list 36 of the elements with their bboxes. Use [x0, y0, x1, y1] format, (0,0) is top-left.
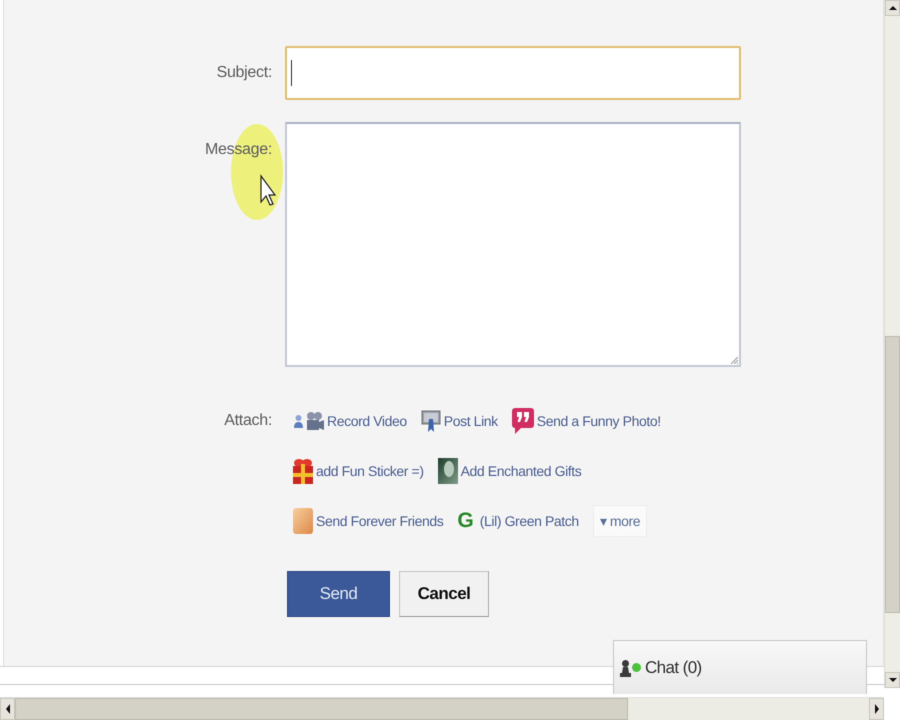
attach-link[interactable]: add Fun Sticker =): [293, 458, 424, 484]
scroll-left-button[interactable]: [0, 698, 15, 720]
ribbon-board-icon: [420, 410, 441, 432]
chat-bar[interactable]: Chat (0): [613, 640, 867, 694]
message-field[interactable]: [285, 122, 741, 367]
photo-thumbnail-icon: [438, 458, 458, 484]
attach-link[interactable]: Send Forever Friends: [293, 508, 444, 534]
send-button[interactable]: Send: [287, 571, 390, 617]
gift-icon: [293, 458, 313, 484]
cancel-button[interactable]: Cancel: [399, 571, 489, 617]
up-triangle-icon: [888, 6, 896, 10]
scroll-thumb[interactable]: [15, 698, 628, 720]
resize-grip-icon: [731, 357, 738, 364]
more-button[interactable]: ▾ more: [592, 505, 648, 537]
scroll-right-button[interactable]: [869, 698, 884, 720]
scroll-thumb[interactable]: [885, 336, 900, 613]
person-icon: [620, 658, 631, 676]
attach-label: Attach:: [224, 411, 272, 431]
attach-link[interactable]: Post Link: [420, 410, 498, 432]
left-triangle-icon: [6, 704, 10, 714]
photo-thumbnail-icon: [293, 508, 313, 534]
subject-field[interactable]: [285, 46, 741, 100]
film-camera-icon: [306, 411, 324, 431]
subject-label: Subject:: [216, 63, 272, 83]
scroll-down-button[interactable]: [885, 672, 900, 688]
tiny-person-icon: [293, 414, 304, 428]
attach-link[interactable]: G (Lil) Green Patch: [457, 510, 579, 532]
scroll-up-button[interactable]: [885, 0, 900, 16]
right-triangle-icon: [874, 704, 878, 714]
attach-link[interactable]: Add Enchanted Gifts: [438, 458, 582, 484]
attach-link[interactable]: Send a Funny Photo!: [512, 408, 661, 434]
letter-icon: G: [457, 510, 474, 532]
quote-bubble-icon: [512, 408, 534, 434]
text-cursor-icon: [291, 60, 292, 86]
down-triangle-icon: [888, 678, 896, 682]
attach-link[interactable]: Record Video: [293, 411, 407, 431]
